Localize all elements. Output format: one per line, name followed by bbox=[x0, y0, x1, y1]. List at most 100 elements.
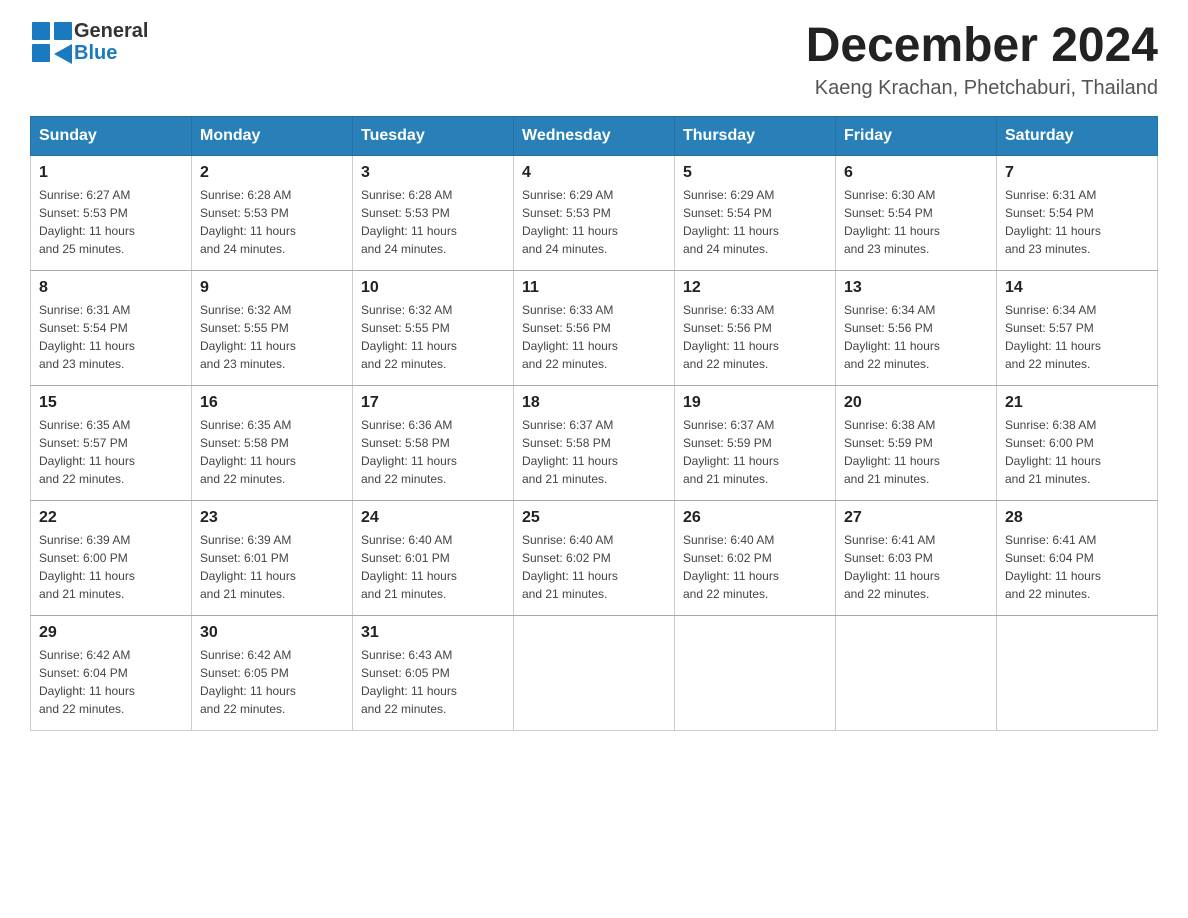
day-info: Sunrise: 6:28 AM Sunset: 5:53 PM Dayligh… bbox=[200, 186, 344, 258]
day-number: 29 bbox=[39, 624, 183, 642]
day-number: 13 bbox=[844, 279, 988, 297]
calendar-cell: 4 Sunrise: 6:29 AM Sunset: 5:53 PM Dayli… bbox=[514, 155, 675, 270]
calendar-cell: 13 Sunrise: 6:34 AM Sunset: 5:56 PM Dayl… bbox=[836, 270, 997, 385]
calendar-week-row: 8 Sunrise: 6:31 AM Sunset: 5:54 PM Dayli… bbox=[31, 270, 1158, 385]
calendar-cell: 1 Sunrise: 6:27 AM Sunset: 5:53 PM Dayli… bbox=[31, 155, 192, 270]
day-number: 8 bbox=[39, 279, 183, 297]
header-friday: Friday bbox=[836, 116, 997, 155]
day-number: 23 bbox=[200, 509, 344, 527]
day-number: 7 bbox=[1005, 164, 1149, 182]
day-info: Sunrise: 6:35 AM Sunset: 5:57 PM Dayligh… bbox=[39, 416, 183, 488]
calendar-cell: 7 Sunrise: 6:31 AM Sunset: 5:54 PM Dayli… bbox=[997, 155, 1158, 270]
day-number: 21 bbox=[1005, 394, 1149, 412]
calendar-cell: 17 Sunrise: 6:36 AM Sunset: 5:58 PM Dayl… bbox=[353, 385, 514, 500]
calendar-week-row: 1 Sunrise: 6:27 AM Sunset: 5:53 PM Dayli… bbox=[31, 155, 1158, 270]
calendar-cell bbox=[514, 615, 675, 730]
day-info: Sunrise: 6:41 AM Sunset: 6:03 PM Dayligh… bbox=[844, 531, 988, 603]
calendar-cell: 24 Sunrise: 6:40 AM Sunset: 6:01 PM Dayl… bbox=[353, 500, 514, 615]
day-info: Sunrise: 6:29 AM Sunset: 5:53 PM Dayligh… bbox=[522, 186, 666, 258]
day-number: 1 bbox=[39, 164, 183, 182]
day-number: 22 bbox=[39, 509, 183, 527]
day-number: 17 bbox=[361, 394, 505, 412]
day-info: Sunrise: 6:34 AM Sunset: 5:57 PM Dayligh… bbox=[1005, 301, 1149, 373]
logo: General Blue bbox=[30, 20, 148, 64]
calendar-cell: 3 Sunrise: 6:28 AM Sunset: 5:53 PM Dayli… bbox=[353, 155, 514, 270]
calendar-cell: 11 Sunrise: 6:33 AM Sunset: 5:56 PM Dayl… bbox=[514, 270, 675, 385]
location-subtitle: Kaeng Krachan, Phetchaburi, Thailand bbox=[806, 77, 1158, 100]
calendar-cell: 9 Sunrise: 6:32 AM Sunset: 5:55 PM Dayli… bbox=[192, 270, 353, 385]
day-number: 11 bbox=[522, 279, 666, 297]
calendar-cell: 20 Sunrise: 6:38 AM Sunset: 5:59 PM Dayl… bbox=[836, 385, 997, 500]
calendar-cell: 19 Sunrise: 6:37 AM Sunset: 5:59 PM Dayl… bbox=[675, 385, 836, 500]
calendar-cell: 29 Sunrise: 6:42 AM Sunset: 6:04 PM Dayl… bbox=[31, 615, 192, 730]
day-info: Sunrise: 6:40 AM Sunset: 6:02 PM Dayligh… bbox=[522, 531, 666, 603]
calendar-cell: 6 Sunrise: 6:30 AM Sunset: 5:54 PM Dayli… bbox=[836, 155, 997, 270]
calendar-cell: 10 Sunrise: 6:32 AM Sunset: 5:55 PM Dayl… bbox=[353, 270, 514, 385]
day-info: Sunrise: 6:37 AM Sunset: 5:58 PM Dayligh… bbox=[522, 416, 666, 488]
day-info: Sunrise: 6:27 AM Sunset: 5:53 PM Dayligh… bbox=[39, 186, 183, 258]
day-number: 27 bbox=[844, 509, 988, 527]
day-info: Sunrise: 6:29 AM Sunset: 5:54 PM Dayligh… bbox=[683, 186, 827, 258]
day-number: 26 bbox=[683, 509, 827, 527]
day-info: Sunrise: 6:40 AM Sunset: 6:02 PM Dayligh… bbox=[683, 531, 827, 603]
day-info: Sunrise: 6:39 AM Sunset: 6:01 PM Dayligh… bbox=[200, 531, 344, 603]
day-number: 16 bbox=[200, 394, 344, 412]
header-wednesday: Wednesday bbox=[514, 116, 675, 155]
day-info: Sunrise: 6:43 AM Sunset: 6:05 PM Dayligh… bbox=[361, 646, 505, 718]
day-info: Sunrise: 6:42 AM Sunset: 6:05 PM Dayligh… bbox=[200, 646, 344, 718]
logo-wordmark: General Blue bbox=[74, 20, 148, 64]
day-info: Sunrise: 6:36 AM Sunset: 5:58 PM Dayligh… bbox=[361, 416, 505, 488]
logo-icon bbox=[30, 20, 74, 64]
day-info: Sunrise: 6:32 AM Sunset: 5:55 PM Dayligh… bbox=[361, 301, 505, 373]
day-info: Sunrise: 6:30 AM Sunset: 5:54 PM Dayligh… bbox=[844, 186, 988, 258]
calendar-cell: 23 Sunrise: 6:39 AM Sunset: 6:01 PM Dayl… bbox=[192, 500, 353, 615]
calendar-cell: 8 Sunrise: 6:31 AM Sunset: 5:54 PM Dayli… bbox=[31, 270, 192, 385]
day-info: Sunrise: 6:28 AM Sunset: 5:53 PM Dayligh… bbox=[361, 186, 505, 258]
calendar-cell: 5 Sunrise: 6:29 AM Sunset: 5:54 PM Dayli… bbox=[675, 155, 836, 270]
day-number: 31 bbox=[361, 624, 505, 642]
day-info: Sunrise: 6:39 AM Sunset: 6:00 PM Dayligh… bbox=[39, 531, 183, 603]
day-info: Sunrise: 6:37 AM Sunset: 5:59 PM Dayligh… bbox=[683, 416, 827, 488]
day-info: Sunrise: 6:38 AM Sunset: 6:00 PM Dayligh… bbox=[1005, 416, 1149, 488]
calendar-cell bbox=[836, 615, 997, 730]
day-number: 18 bbox=[522, 394, 666, 412]
day-number: 28 bbox=[1005, 509, 1149, 527]
day-info: Sunrise: 6:31 AM Sunset: 5:54 PM Dayligh… bbox=[1005, 186, 1149, 258]
day-number: 25 bbox=[522, 509, 666, 527]
day-number: 3 bbox=[361, 164, 505, 182]
calendar-cell: 28 Sunrise: 6:41 AM Sunset: 6:04 PM Dayl… bbox=[997, 500, 1158, 615]
day-number: 12 bbox=[683, 279, 827, 297]
header-monday: Monday bbox=[192, 116, 353, 155]
day-number: 14 bbox=[1005, 279, 1149, 297]
header-thursday: Thursday bbox=[675, 116, 836, 155]
calendar-cell: 25 Sunrise: 6:40 AM Sunset: 6:02 PM Dayl… bbox=[514, 500, 675, 615]
day-number: 24 bbox=[361, 509, 505, 527]
day-info: Sunrise: 6:35 AM Sunset: 5:58 PM Dayligh… bbox=[200, 416, 344, 488]
day-info: Sunrise: 6:34 AM Sunset: 5:56 PM Dayligh… bbox=[844, 301, 988, 373]
header-saturday: Saturday bbox=[997, 116, 1158, 155]
day-info: Sunrise: 6:33 AM Sunset: 5:56 PM Dayligh… bbox=[683, 301, 827, 373]
calendar-cell: 15 Sunrise: 6:35 AM Sunset: 5:57 PM Dayl… bbox=[31, 385, 192, 500]
calendar-week-row: 22 Sunrise: 6:39 AM Sunset: 6:00 PM Dayl… bbox=[31, 500, 1158, 615]
calendar-table: SundayMondayTuesdayWednesdayThursdayFrid… bbox=[30, 116, 1158, 731]
day-number: 4 bbox=[522, 164, 666, 182]
calendar-cell: 18 Sunrise: 6:37 AM Sunset: 5:58 PM Dayl… bbox=[514, 385, 675, 500]
calendar-cell: 22 Sunrise: 6:39 AM Sunset: 6:00 PM Dayl… bbox=[31, 500, 192, 615]
calendar-week-row: 15 Sunrise: 6:35 AM Sunset: 5:57 PM Dayl… bbox=[31, 385, 1158, 500]
calendar-week-row: 29 Sunrise: 6:42 AM Sunset: 6:04 PM Dayl… bbox=[31, 615, 1158, 730]
day-number: 19 bbox=[683, 394, 827, 412]
day-number: 10 bbox=[361, 279, 505, 297]
calendar-cell: 14 Sunrise: 6:34 AM Sunset: 5:57 PM Dayl… bbox=[997, 270, 1158, 385]
calendar-cell: 30 Sunrise: 6:42 AM Sunset: 6:05 PM Dayl… bbox=[192, 615, 353, 730]
day-info: Sunrise: 6:33 AM Sunset: 5:56 PM Dayligh… bbox=[522, 301, 666, 373]
day-number: 20 bbox=[844, 394, 988, 412]
calendar-cell: 16 Sunrise: 6:35 AM Sunset: 5:58 PM Dayl… bbox=[192, 385, 353, 500]
header-tuesday: Tuesday bbox=[353, 116, 514, 155]
calendar-cell: 2 Sunrise: 6:28 AM Sunset: 5:53 PM Dayli… bbox=[192, 155, 353, 270]
day-number: 9 bbox=[200, 279, 344, 297]
logo-general-text: General bbox=[74, 20, 148, 42]
calendar-cell: 21 Sunrise: 6:38 AM Sunset: 6:00 PM Dayl… bbox=[997, 385, 1158, 500]
calendar-cell: 12 Sunrise: 6:33 AM Sunset: 5:56 PM Dayl… bbox=[675, 270, 836, 385]
day-number: 2 bbox=[200, 164, 344, 182]
calendar-cell: 27 Sunrise: 6:41 AM Sunset: 6:03 PM Dayl… bbox=[836, 500, 997, 615]
